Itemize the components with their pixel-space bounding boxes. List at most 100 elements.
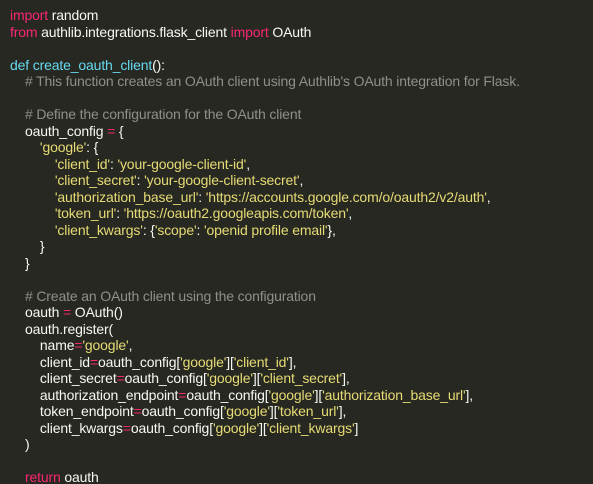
- code-line: oauth.register(: [10, 321, 593, 338]
- code-line: }: [10, 238, 593, 255]
- code-token: }: [10, 254, 30, 271]
- code-token: client_kwargs: [10, 419, 123, 436]
- code-line: import random: [10, 7, 593, 24]
- code-token: 'client_kwargs': [54, 221, 143, 238]
- code-editor[interactable]: import random from authlib.integrations.f…: [0, 0, 593, 484]
- code-line: }: [10, 255, 593, 272]
- code-token: create_oauth_client: [32, 56, 153, 73]
- code-token: oauth_config: [10, 122, 108, 139]
- code-token: name: [10, 337, 75, 353]
- code-line: token_endpoint=oauth_config['google']['t…: [10, 403, 593, 420]
- code-token: :: [196, 221, 204, 238]
- code-token: 'your-google-client-secret': [144, 172, 300, 188]
- code-token: OAuth: [268, 23, 312, 40]
- code-token: 'google': [212, 419, 260, 436]
- code-line: from authlib.integrations.flask_client i…: [10, 24, 593, 41]
- code-token: }: [10, 238, 45, 254]
- code-token: =: [107, 122, 116, 139]
- code-token: from: [10, 23, 38, 40]
- code-line: # Define the configuration for the OAuth…: [10, 106, 593, 123]
- code-line: 'client_id': 'your-google-client-id',: [10, 156, 593, 173]
- code-token: =: [89, 353, 98, 370]
- code-token: 'authorization_base_url': [322, 386, 466, 403]
- code-token: client_secret: [10, 370, 117, 386]
- code-token: oauth.register(: [10, 320, 113, 337]
- code-line: client_kwargs=oauth_config['google']['cl…: [10, 420, 593, 437]
- code-token: : {: [142, 221, 155, 238]
- code-token: oauth: [10, 304, 63, 320]
- code-line: 'token_url': 'https://oauth2.googleapis.…: [10, 205, 593, 222]
- code-line: return oauth: [10, 469, 593, 484]
- code-token: 'client_kwargs': [266, 419, 355, 436]
- code-token: 'your-google-client-id': [117, 155, 247, 172]
- code-token: ],: [338, 403, 347, 419]
- code-token: ,: [299, 172, 304, 188]
- code-token: ][: [259, 419, 267, 436]
- code-token: 'https://oauth2.googleapis.com/token': [123, 205, 349, 221]
- code-token: 'openid profile email': [203, 221, 328, 238]
- code-token: ,: [246, 155, 250, 172]
- code-token: ,: [486, 188, 491, 205]
- code-line: 'authorization_base_url': 'https://accou…: [10, 189, 593, 206]
- code-token: authlib.integrations.flask_client: [37, 23, 231, 40]
- code-token: 'google': [180, 353, 227, 370]
- code-line: client_id=oauth_config['google']['client…: [10, 354, 593, 371]
- code-token: # Define the configuration for the OAuth…: [10, 106, 302, 122]
- code-line: oauth = OAuth(): [10, 304, 593, 321]
- code-token: oauth_config[: [124, 370, 207, 386]
- code-token: ][: [226, 353, 234, 370]
- code-token: ():: [152, 56, 165, 73]
- code-token: import: [230, 23, 269, 40]
- code-token: ,: [348, 205, 353, 221]
- code-token: =: [62, 304, 72, 320]
- code-line: oauth_config = {: [10, 123, 593, 140]
- code-token: : {: [86, 139, 99, 155]
- code-token: random: [48, 7, 99, 23]
- code-token: :: [116, 205, 124, 221]
- code-token: {: [115, 122, 124, 139]
- code-token: def: [10, 56, 30, 73]
- code-token: =: [116, 370, 125, 386]
- code-token: 'client_id': [233, 353, 289, 370]
- code-token: 'google': [223, 403, 270, 419]
- code-token: ,: [128, 337, 133, 353]
- code-token: 'google': [82, 337, 129, 353]
- code-line: # Create an OAuth client using the confi…: [10, 288, 593, 305]
- code-line: authorization_endpoint=oauth_config['goo…: [10, 387, 593, 404]
- code-line: def create_oauth_client():: [10, 57, 593, 74]
- code-token: 'authorization_base_url': [54, 188, 199, 205]
- code-line: ): [10, 436, 593, 453]
- code-token: 'google': [39, 139, 87, 155]
- code-line: 'google': {: [10, 139, 593, 156]
- code-token: :: [198, 188, 206, 205]
- code-token: ],: [342, 370, 350, 386]
- code-token: ],: [288, 353, 297, 370]
- code-token: 'scope': [154, 221, 197, 238]
- code-line: 'client_kwargs': {'scope': 'openid profi…: [10, 222, 593, 239]
- code-token: ]: [354, 419, 359, 436]
- code-token: return: [10, 469, 61, 484]
- code-token: authorization_endpoint: [10, 386, 179, 403]
- code-token: 'google': [206, 370, 253, 386]
- code-token: oauth_config[: [141, 403, 224, 419]
- code-line: name='google',: [10, 337, 593, 354]
- code-token: client_id: [10, 353, 90, 370]
- code-token: 'client_id': [54, 155, 110, 172]
- code-token: 'client_secret': [260, 370, 343, 386]
- code-token: import: [10, 7, 48, 23]
- code-token: token_endpoint: [10, 403, 134, 419]
- code-token: =: [122, 419, 131, 436]
- code-token: 'https://accounts.google.com/o/oauth2/v2…: [205, 188, 487, 205]
- code-token: ][: [314, 386, 323, 403]
- code-token: # Create an OAuth client using the confi…: [10, 287, 316, 304]
- code-token: 'token_url': [54, 205, 117, 221]
